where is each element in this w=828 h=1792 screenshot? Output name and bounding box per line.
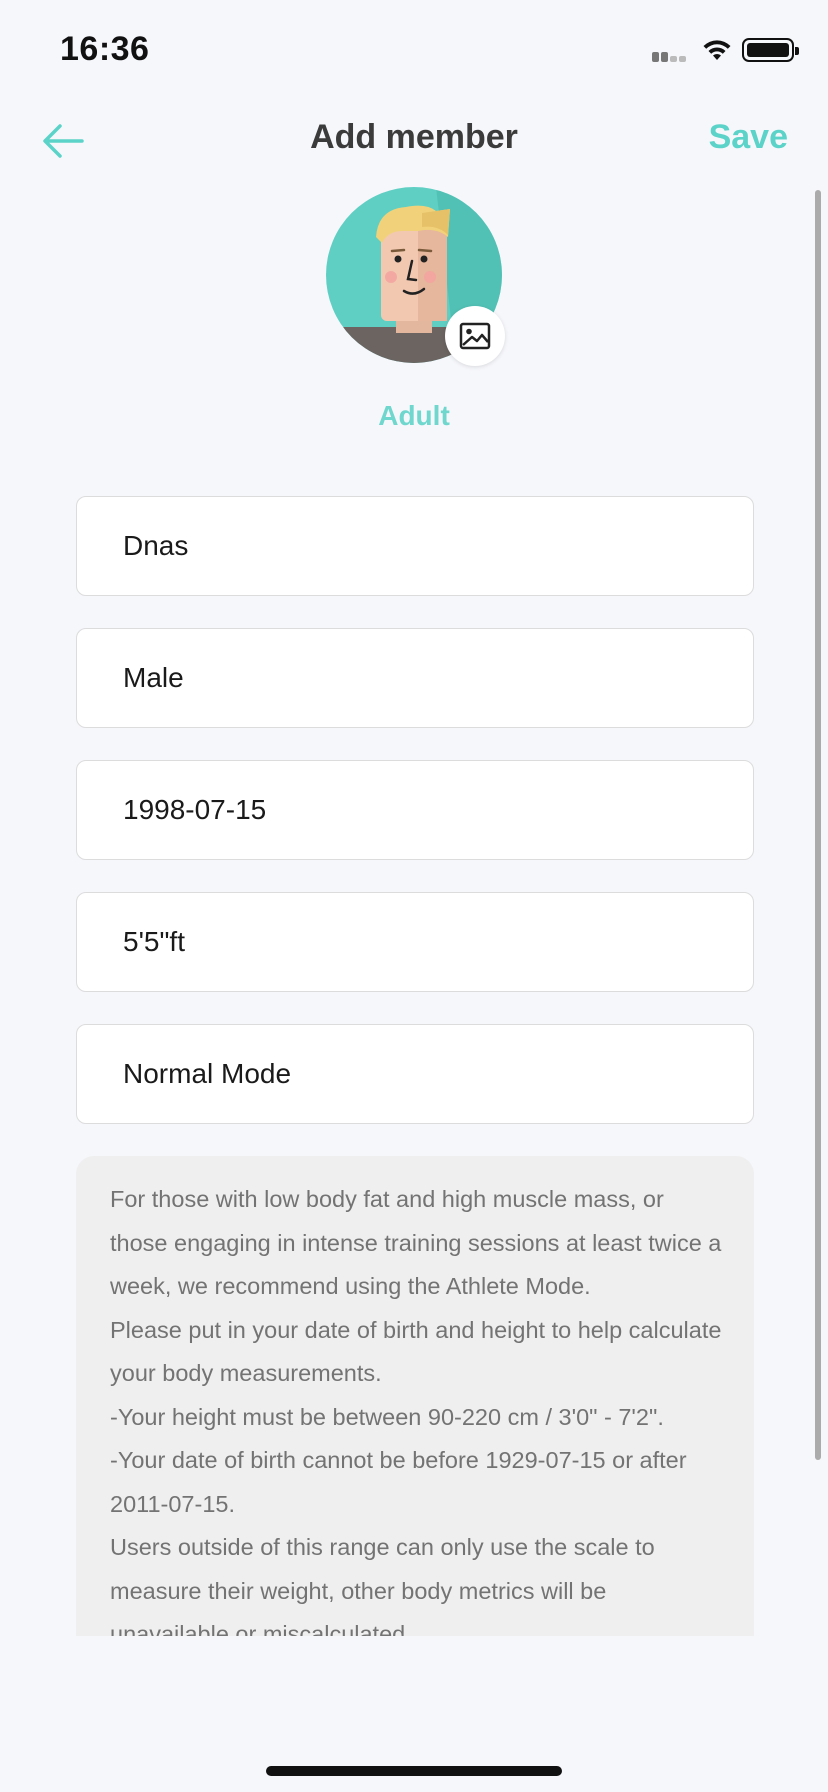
info-box: For those with low body fat and high mus… <box>76 1156 754 1636</box>
name-field[interactable]: Dnas <box>76 496 754 596</box>
info-athlete-mode: For those with low body fat and high mus… <box>110 1186 722 1299</box>
page-title: Add member <box>310 118 518 156</box>
wifi-icon <box>700 36 734 62</box>
status-time: 16:36 <box>60 30 150 68</box>
change-photo-button[interactable] <box>445 306 505 366</box>
scrollbar[interactable] <box>815 190 821 1460</box>
info-out-of-range: Users outside of this range can only use… <box>110 1534 655 1636</box>
height-field[interactable]: 5'5"ft <box>76 892 754 992</box>
name-value: Dnas <box>123 530 189 561</box>
mode-field[interactable]: Normal Mode <box>76 1024 754 1124</box>
image-icon <box>459 322 491 350</box>
mode-value: Normal Mode <box>123 1058 292 1089</box>
info-birth-range: -Your date of birth cannot be before 192… <box>110 1447 687 1517</box>
member-category-label[interactable]: Adult <box>0 400 828 432</box>
status-bar: 16:36 <box>0 0 828 100</box>
info-instructions: Please put in your date of birth and hei… <box>110 1316 722 1387</box>
home-indicator[interactable] <box>266 1766 562 1776</box>
birthday-value: 1998-07-15 <box>123 794 267 825</box>
signal-icon <box>652 48 692 62</box>
save-button[interactable]: Save <box>709 118 788 157</box>
screen: 16:36 Add member Save Adult Dnas Male 19… <box>0 0 828 1792</box>
battery-icon <box>742 38 799 62</box>
birthday-field[interactable]: 1998-07-15 <box>76 760 754 860</box>
height-value: 5'5"ft <box>123 926 185 957</box>
gender-field[interactable]: Male <box>76 628 754 728</box>
info-height-range: -Your height must be between 90-220 cm /… <box>110 1403 664 1430</box>
gender-value: Male <box>123 662 184 693</box>
